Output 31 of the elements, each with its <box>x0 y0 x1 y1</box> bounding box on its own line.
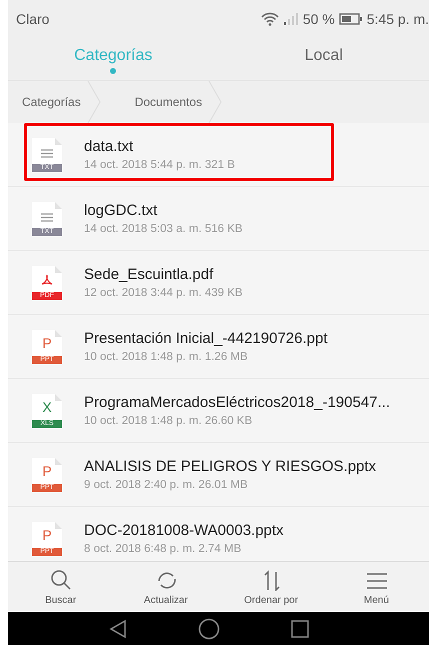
file-details: 8 oct. 2018 6:48 p. m. 2.74 MB <box>84 543 242 555</box>
file-name: ProgramaMercadosEléctricos2018_-190547... <box>84 394 390 411</box>
file-name: logGDC.txt <box>84 202 158 219</box>
search-icon <box>50 568 72 590</box>
toolbar-button[interactable]: Buscar <box>8 562 114 612</box>
file-details: 9 oct. 2018 2:40 p. m. 26.01 MB <box>84 479 249 491</box>
file-name: data.txt <box>84 138 134 155</box>
breadcrumb-item[interactable]: Categorías <box>22 95 81 109</box>
battery-icon <box>338 13 363 25</box>
home-icon[interactable] <box>198 618 220 640</box>
toolbar-button[interactable]: Ordenar por <box>218 562 324 612</box>
file-details: 10 oct. 2018 1:48 p. m. 26.60 KB <box>84 415 254 427</box>
tab[interactable]: Local <box>218 38 429 80</box>
battery-percent: 50 % <box>302 11 335 27</box>
file-details: 12 oct. 2018 3:44 p. m. 439 KB <box>84 287 243 299</box>
file-details: 14 oct. 2018 5:44 p. m. 321 B <box>84 159 235 171</box>
signal-icon <box>282 13 299 25</box>
file-details: 10 oct. 2018 1:48 p. m. 1.26 MB <box>84 351 249 363</box>
carrier-label: Claro <box>16 11 50 27</box>
toolbar-button[interactable]: Actualizar <box>113 562 218 612</box>
breadcrumb-item[interactable]: Documentos <box>134 95 202 109</box>
file-name: DOC-20181008-WA0003.pptx <box>84 522 284 539</box>
file-name: ANALISIS DE PELIGROS Y RIESGOS.pptx <box>84 458 376 475</box>
file-name: Sede_Escuintla.pdf <box>84 266 214 283</box>
clock: 5:45 p. m. <box>366 11 429 27</box>
toolbar-button[interactable]: Menú <box>324 562 429 612</box>
file-name: Presentación Inicial_-442190726.ppt <box>84 330 328 347</box>
wifi-icon <box>260 12 279 26</box>
recents-icon[interactable] <box>290 618 310 638</box>
back-icon[interactable] <box>108 618 128 638</box>
file-details: 14 oct. 2018 5:03 a. m. 516 KB <box>84 223 243 235</box>
